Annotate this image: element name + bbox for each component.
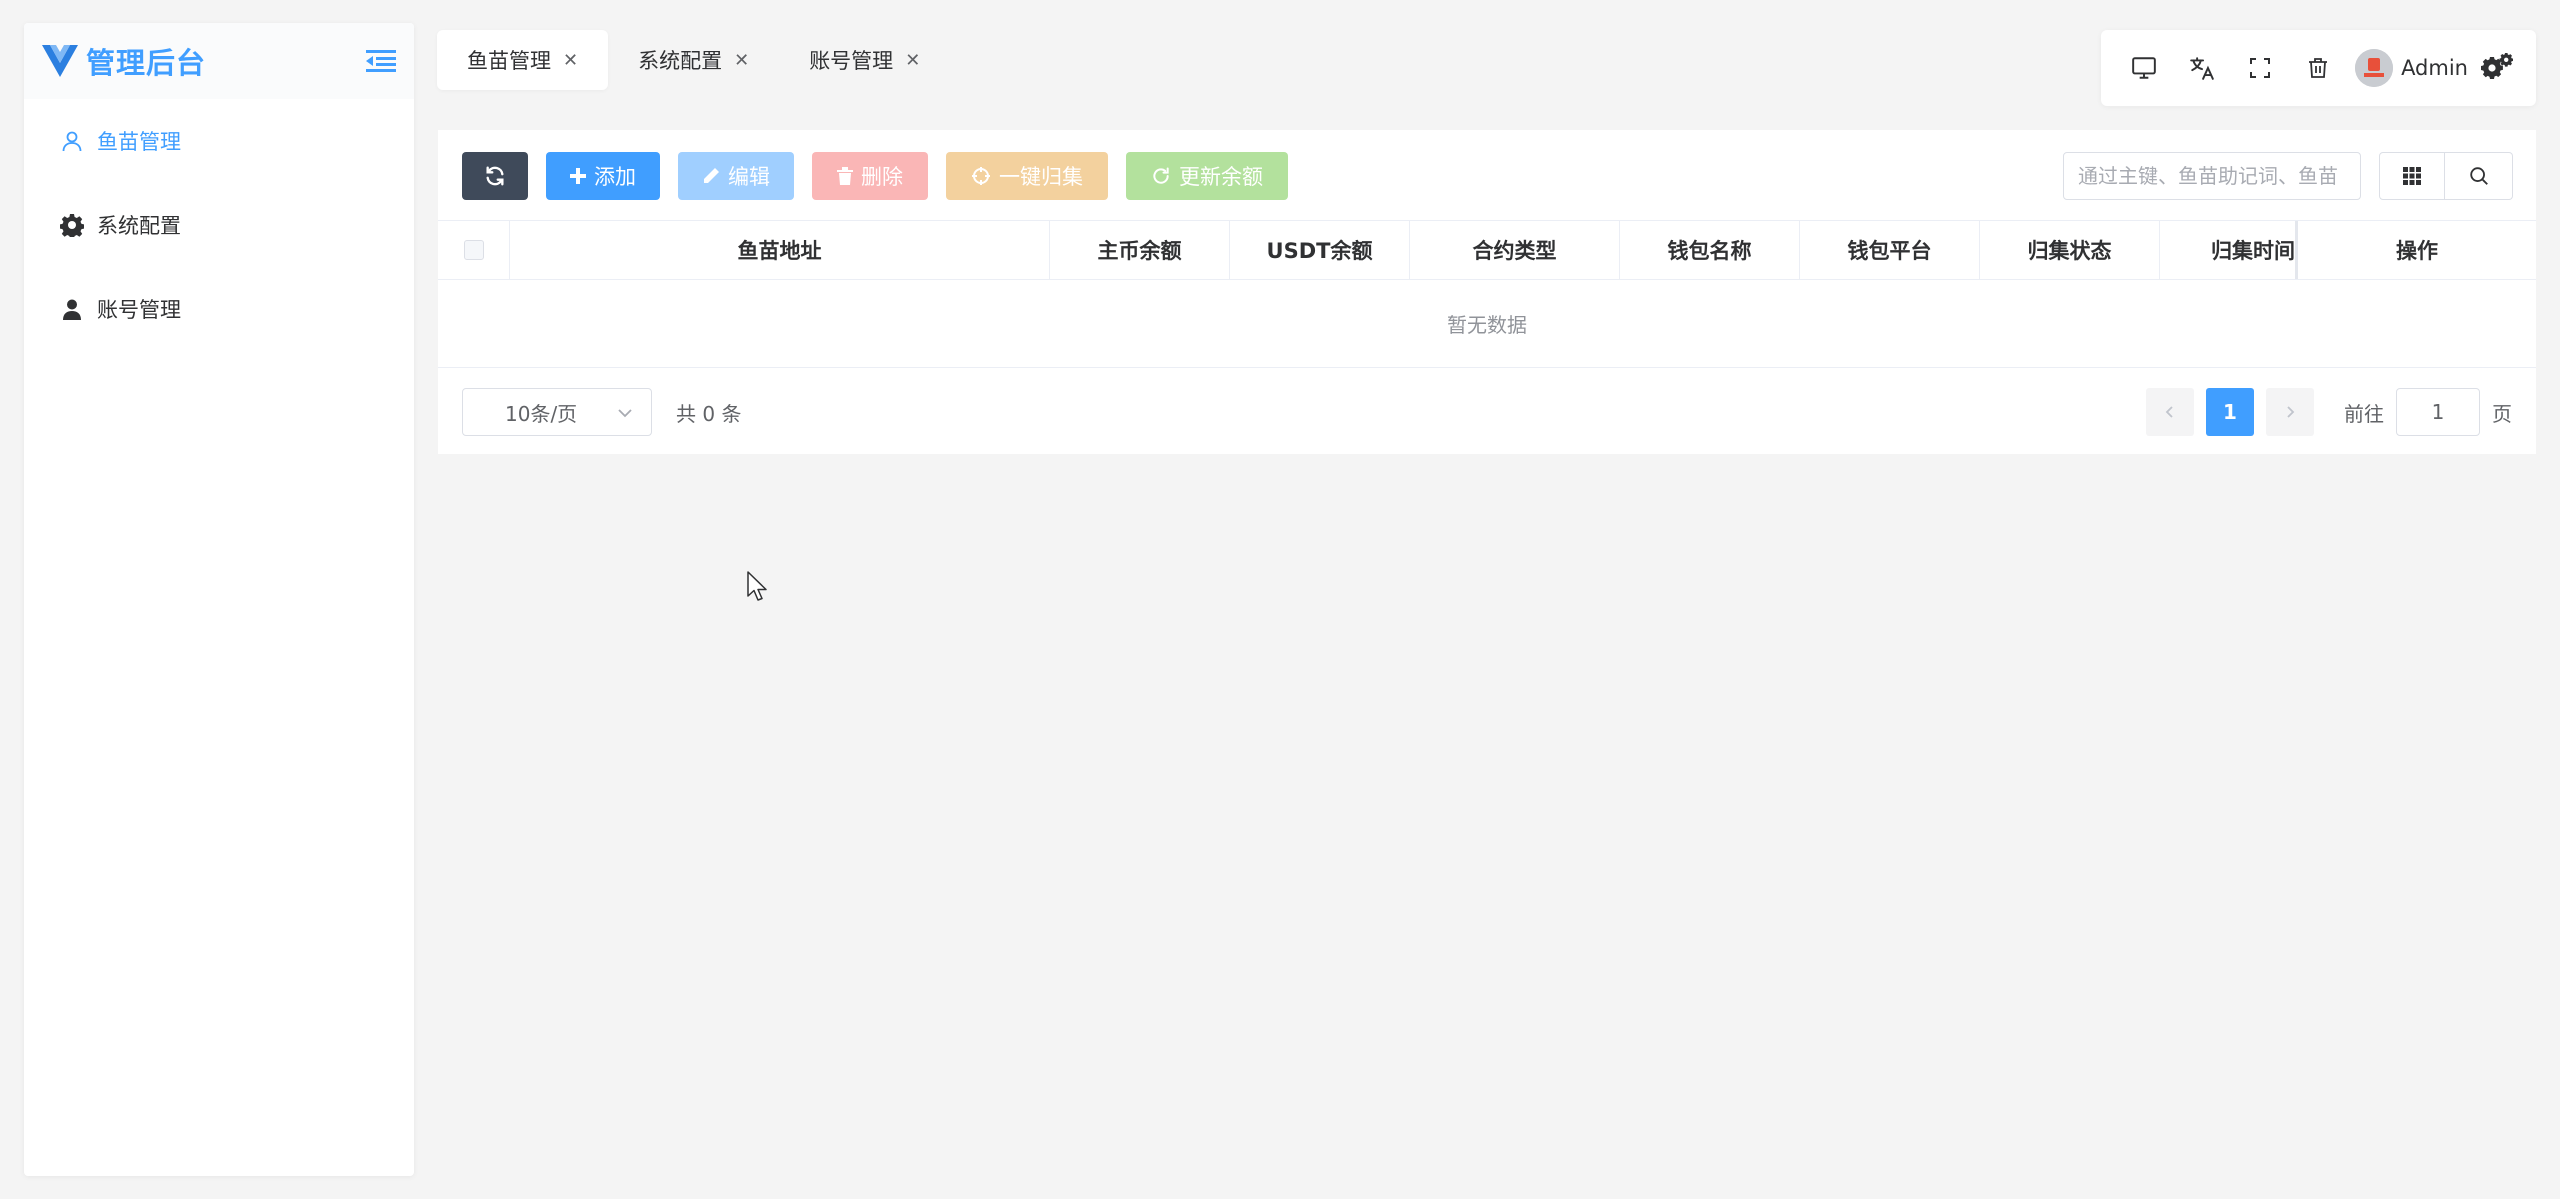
view-button-group — [2379, 152, 2513, 200]
grid-icon — [2403, 167, 2421, 185]
close-icon[interactable]: ✕ — [734, 50, 749, 71]
sidebar-item-label: 账号管理 — [97, 298, 181, 322]
delete-button-label: 删除 — [861, 165, 903, 189]
vue-logo-icon — [42, 45, 78, 77]
edit-button[interactable]: 编辑 — [678, 152, 794, 200]
sidebar-item-fish[interactable]: 鱼苗管理 — [24, 99, 414, 183]
tab-fish[interactable]: 鱼苗管理 ✕ — [437, 30, 609, 90]
update-balance-button[interactable]: 更新余额 — [1126, 152, 1288, 200]
menu-collapse-icon[interactable] — [366, 48, 396, 74]
close-icon[interactable]: ✕ — [563, 50, 578, 71]
translate-icon[interactable] — [2173, 38, 2231, 98]
chevron-left-icon — [2165, 406, 2173, 418]
search-icon — [2469, 167, 2488, 185]
column-toggle-button[interactable] — [2379, 152, 2445, 200]
action-toolbar: 添加 编辑 删除 一键归集 更新余额 — [462, 152, 1288, 200]
gear-icon — [60, 213, 84, 237]
tab-system[interactable]: 系统配置 ✕ — [608, 30, 779, 90]
sidebar-item-label: 鱼苗管理 — [97, 130, 181, 154]
goto-label: 前往 — [2344, 401, 2384, 426]
search-area — [2063, 152, 2513, 200]
chevron-down-icon — [618, 409, 632, 418]
main-panel: 添加 编辑 删除 一键归集 更新余额 通过主键、鱼苗助记词、鱼苗 鱼苗地址 主币… — [438, 130, 2536, 454]
sidebar-item-label: 系统配置 — [97, 214, 181, 238]
page-size-value: 10条/页 — [505, 401, 578, 426]
goto-suffix: 页 — [2492, 401, 2512, 426]
delete-button[interactable]: 删除 — [812, 152, 928, 200]
tab-label: 账号管理 — [809, 49, 894, 73]
refresh-icon — [1151, 166, 1171, 186]
collect-all-button[interactable]: 一键归集 — [946, 152, 1108, 200]
page-size-select[interactable]: 10条/页 — [462, 388, 652, 436]
column-header[interactable]: 主币余额 — [1050, 221, 1230, 279]
empty-state-text: 暂无数据 — [1447, 313, 1527, 337]
refresh-icon — [484, 165, 506, 187]
app-title: 管理后台 — [86, 46, 207, 80]
column-header[interactable]: USDT余额 — [1230, 221, 1410, 279]
data-table: 鱼苗地址 主币余额 USDT余额 合约类型 钱包名称 钱包平台 归集状态 归集时… — [438, 220, 2536, 368]
column-header[interactable]: 归集状态 — [1980, 221, 2160, 279]
select-all-cell — [438, 221, 510, 279]
user-filled-icon — [60, 297, 84, 321]
avatar — [2355, 49, 2394, 87]
fullscreen-icon[interactable] — [2231, 38, 2289, 98]
pager-controls: 1 前往 页 — [2146, 388, 2512, 436]
add-button-label: 添加 — [594, 165, 636, 189]
sidebar-item-system[interactable]: 系统配置 — [24, 183, 414, 267]
tab-label: 鱼苗管理 — [467, 49, 551, 73]
crosshair-icon — [971, 166, 991, 186]
update-button-label: 更新余额 — [1179, 165, 1263, 189]
monitor-icon[interactable] — [2115, 38, 2173, 98]
prev-page-button[interactable] — [2146, 388, 2194, 436]
user-menu[interactable]: Admin — [2355, 49, 2468, 87]
next-page-button[interactable] — [2266, 388, 2314, 436]
column-header[interactable]: 鱼苗地址 — [510, 221, 1050, 279]
refresh-button[interactable] — [462, 152, 528, 200]
search-toggle-button[interactable] — [2445, 152, 2513, 200]
search-input[interactable] — [2063, 152, 2361, 200]
tab-accounts[interactable]: 账号管理 ✕ — [779, 30, 950, 90]
logo-bar: 管理后台 — [24, 23, 414, 99]
column-header: 操作 — [2396, 239, 2438, 263]
edit-button-label: 编辑 — [728, 165, 770, 189]
column-header[interactable]: 合约类型 — [1410, 221, 1620, 279]
settings-gears-icon[interactable] — [2468, 38, 2526, 98]
sidebar-item-accounts[interactable]: 账号管理 — [24, 267, 414, 351]
pencil-icon — [702, 167, 720, 185]
sidebar-menu: 鱼苗管理 系统配置 账号管理 — [24, 99, 414, 351]
close-icon[interactable]: ✕ — [905, 50, 920, 71]
chevron-right-icon — [2287, 406, 2295, 418]
table-header: 鱼苗地址 主币余额 USDT余额 合约类型 钱包名称 钱包平台 归集状态 归集时… — [438, 220, 2536, 280]
collect-button-label: 一键归集 — [999, 165, 1083, 189]
column-header[interactable]: 归集时间 — [2160, 221, 2298, 279]
plus-icon — [570, 168, 586, 184]
goto-page-input[interactable] — [2396, 388, 2480, 436]
tab-label: 系统配置 — [638, 49, 723, 73]
pagination: 10条/页 共 0 条 1 前往 页 — [462, 388, 2512, 436]
top-toolbar: Admin — [2101, 30, 2536, 106]
sidebar: 管理后台 鱼苗管理 系统配置 账号管理 — [24, 23, 414, 1176]
column-header[interactable]: 钱包名称 — [1620, 221, 1800, 279]
page-number-button[interactable]: 1 — [2206, 388, 2254, 436]
user-name: Admin — [2401, 56, 2468, 80]
total-count: 共 0 条 — [676, 401, 742, 426]
trash-icon — [837, 167, 853, 185]
table-body: 暂无数据 — [438, 280, 2536, 368]
page-tabs: 鱼苗管理 ✕ 系统配置 ✕ 账号管理 ✕ — [437, 30, 950, 90]
trash-icon[interactable] — [2289, 38, 2347, 98]
mouse-cursor-icon — [747, 571, 767, 601]
user-outline-icon — [60, 129, 84, 153]
select-all-checkbox[interactable] — [463, 240, 484, 260]
add-button[interactable]: 添加 — [546, 152, 660, 200]
column-header[interactable]: 钱包平台 — [1800, 221, 1980, 279]
